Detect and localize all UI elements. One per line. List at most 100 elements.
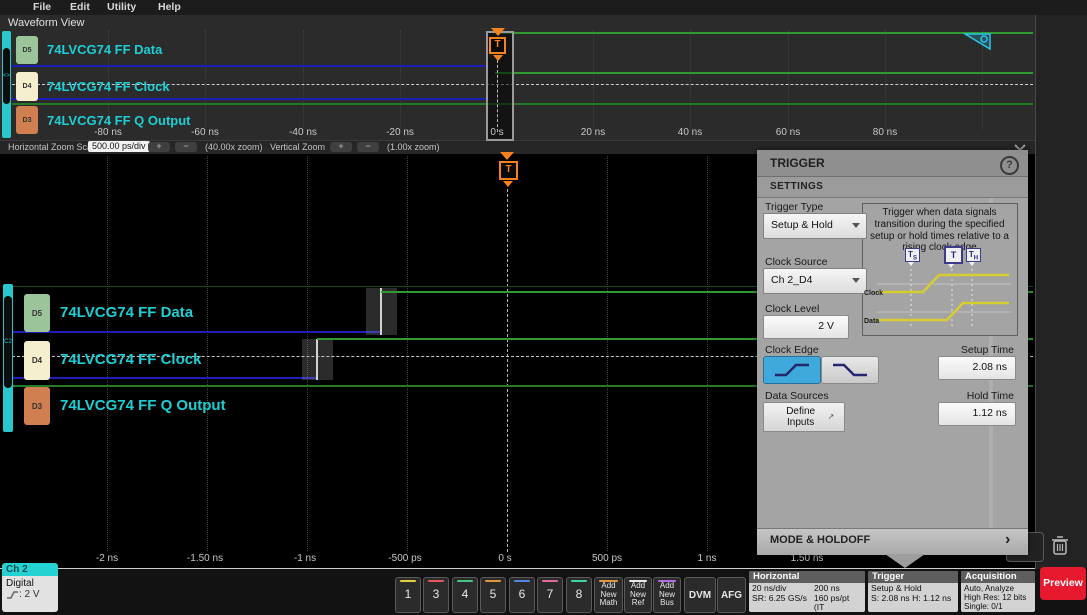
digital-group-handle[interactable]: C2 [4,296,12,388]
channel-5-button[interactable]: 5 [480,577,506,613]
add-new-math-button[interactable]: Add New Math [594,577,623,613]
falling-edge-button[interactable] [821,356,879,384]
channel-6-button[interactable]: 6 [509,577,535,613]
panel-pointer-tail [885,554,925,568]
dvm-button[interactable]: DVM [684,577,716,613]
chevron-down-icon [852,223,860,228]
clock-signal-low [12,98,486,100]
channel-3-button[interactable]: 3 [423,577,449,613]
gridline [407,156,408,551]
ch7-color-stripe [542,580,558,582]
math-color-stripe [599,580,618,582]
waveform-view-title: Waveform View [8,17,84,29]
clock-signal-low [12,377,317,379]
trigger-flag-tail-icon [503,181,513,187]
trigger-badge[interactable]: Trigger Setup & Hold S: 2.08 ns H: 1.12 … [868,571,958,612]
chevron-right-icon[interactable]: › [1005,531,1010,549]
menu-help[interactable]: Help [158,1,181,13]
hold-time-flag-icon: TH [966,248,981,262]
gridline [607,156,608,551]
ch1-color-stripe [400,580,416,582]
h-zoom-plus-button[interactable]: + [148,142,170,152]
channel-7-button[interactable]: 7 [537,577,563,613]
trigger-position-dashed-line [507,189,508,552]
menu-edit[interactable]: Edit [70,1,90,13]
h-zoom-minus-button[interactable]: − [175,142,197,152]
channel-badge-d5[interactable]: D5 [24,294,50,332]
threshold-edge-icon [6,589,19,600]
vertical-zoom-label: Vertical Zoom [270,142,325,152]
flag-tail-icon [908,262,914,266]
acquisition-badge[interactable]: Acquisition Auto, Analyze High Res: 12 b… [961,571,1035,612]
overview-axis-tick: -40 ns [289,127,317,138]
ch6-color-stripe [514,580,530,582]
define-inputs-button[interactable]: Define Inputs ↗ [763,402,845,432]
rising-edge-button[interactable] [763,356,821,384]
acquisition-single: Single: 0/1 [964,602,1032,611]
ch2-channel-badge[interactable]: Ch 2 Digital : 2 V [2,563,58,612]
data-transition-line [380,288,382,335]
zoom-axis-tick: -1.50 ns [187,553,223,564]
right-toolbar [1035,15,1087,569]
setup-time-field[interactable]: 2.08 ns [938,356,1016,380]
clock-edge-label: Clock Edge [765,344,819,356]
channel-8-button[interactable]: 8 [566,577,592,613]
gridline [788,30,789,130]
diagram-data-label: Data [864,318,879,325]
trigger-time-flag-icon: T [944,246,963,264]
horizontal-zoom-scale-field[interactable]: 500.00 ps/div [88,141,150,152]
h-zoom-factor: (40.00x zoom) [205,142,263,152]
data-sources-label: Data Sources [765,390,829,402]
flag-tail-icon [948,264,954,268]
data-signal-low [12,65,487,67]
bus-color-stripe [658,580,676,582]
v-zoom-plus-button[interactable]: + [330,142,352,152]
trash-button[interactable] [1046,532,1074,560]
hold-time-label: Hold Time [940,390,1014,402]
acquisition-mode: Auto, Analyze [964,584,1032,593]
ch5-color-stripe [485,580,501,582]
help-icon[interactable]: ? [1000,156,1019,175]
channel-badge-d3[interactable]: D3 [16,106,38,134]
menu-file[interactable]: File [33,1,51,13]
add-new-ref-button[interactable]: Add New Ref [624,577,652,613]
trigger-description-text: Trigger when data signals transition dur… [866,207,1013,254]
digital-group-handle[interactable]: <> [3,48,10,104]
v-zoom-factor: (1.00x zoom) [387,142,440,152]
trigger-flag-icon[interactable]: T [489,37,506,54]
hold-time-field[interactable]: 1.12 ns [938,402,1016,426]
clock-level-field[interactable]: 2 V [763,315,849,339]
trigger-badge-title: Trigger [868,571,958,583]
trigger-position-dashed-line [497,60,498,132]
resolution: 160 ps/pt (IT [814,594,862,612]
trigger-flag-icon[interactable]: T [499,161,518,180]
channel-4-button[interactable]: 4 [452,577,478,613]
v-zoom-minus-button[interactable]: − [357,142,379,152]
oscilloscope-screen: File Edit Utility Help Waveform View T <… [0,0,1087,615]
channel-badge-d3[interactable]: D3 [24,387,50,425]
clock-source-dropdown[interactable]: Ch 2_D4 [763,268,867,294]
preview-button[interactable]: Preview [1040,567,1086,600]
define-inputs-label: Define Inputs [774,406,828,428]
channel-label-data: 74LVCG74 FF Data [47,42,162,57]
channel-badge-d4[interactable]: D4 [24,341,50,380]
horizontal-badge[interactable]: Horizontal 20 ns/div200 ns SR: 6.25 GS/s… [749,571,865,612]
waveform-area-bottom-border [0,568,1035,569]
sample-rate: SR: 6.25 GS/s [752,594,814,612]
trigger-panel-title: TRIGGER [770,156,825,170]
gridline [885,30,886,130]
channel-badge-d5[interactable]: D5 [16,36,38,64]
acquisition-badge-title: Acquisition [961,571,1035,583]
add-new-bus-button[interactable]: Add New Bus [653,577,681,613]
zoom-axis-tick: -2 ns [96,553,118,564]
channel-label-clock: 74LVCG74 FF Clock [60,351,201,368]
channel-badge-d4[interactable]: D4 [16,72,38,101]
zoom-axis-tick: 1 ns [698,553,717,564]
diagram-clock-label: Clock [864,290,883,297]
channel-1-button[interactable]: 1 [395,577,421,613]
overview-axis-tick: -80 ns [94,127,122,138]
trigger-type-dropdown[interactable]: Setup & Hold [763,213,867,239]
zoom-area-icon[interactable] [963,32,993,52]
afg-button[interactable]: AFG [717,577,746,613]
menu-utility[interactable]: Utility [107,1,136,13]
